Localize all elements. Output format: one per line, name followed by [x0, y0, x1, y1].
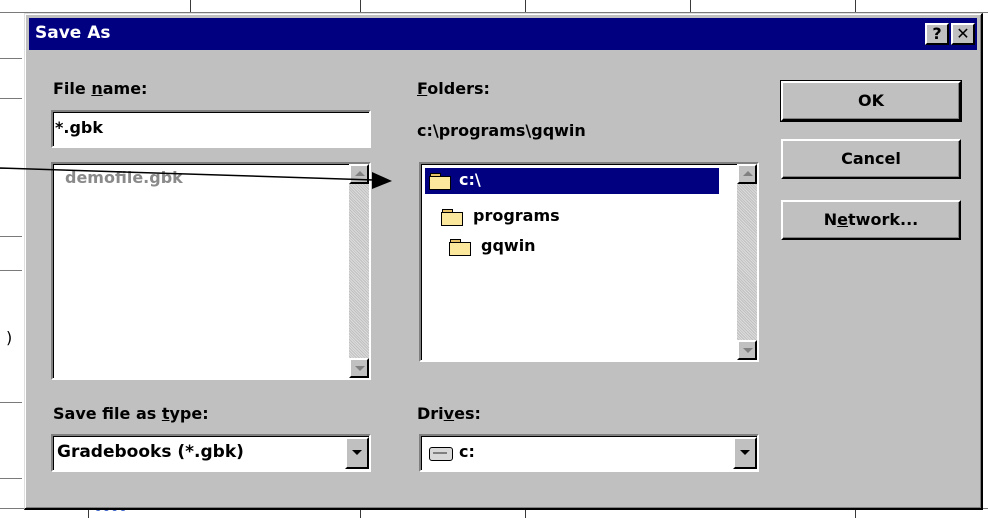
close-icon: ✕ [956, 24, 970, 43]
arrow-up-icon [743, 171, 753, 176]
folder-item-gqwin[interactable]: gqwin [449, 234, 649, 260]
bg-tick [525, 0, 526, 12]
save-as-dialog: Save As ? ✕ File name: *.gbk demofile.gb… [24, 13, 983, 510]
file-list-item[interactable]: demofile.gbk [65, 168, 183, 187]
current-path: c:\programs\gqwin [417, 121, 586, 140]
folders-label: Folders: [417, 79, 490, 98]
folder-item-root[interactable]: c:\ [425, 168, 719, 194]
scroll-down-button[interactable] [349, 358, 369, 378]
bg-row-mark [0, 58, 22, 59]
drives-select[interactable]: c: [419, 434, 759, 472]
network-button[interactable]: Network... [781, 200, 961, 240]
folder-item-label: gqwin [481, 236, 536, 255]
bg-row-mark [0, 402, 22, 403]
scroll-down-button[interactable] [737, 340, 757, 360]
bg-tick [360, 0, 361, 12]
title-bar[interactable]: Save As ? ✕ [29, 18, 977, 50]
scroll-up-button[interactable] [349, 164, 369, 184]
dialog-title: Save As [35, 23, 111, 43]
file-list-scrollbar[interactable] [349, 164, 369, 378]
save-type-select[interactable]: Gradebooks (*.gbk) [51, 434, 371, 472]
save-type-value: Gradebooks (*.gbk) [57, 442, 244, 462]
ok-button[interactable]: OK [780, 80, 962, 122]
chevron-down-icon [352, 450, 362, 455]
help-icon: ? [932, 24, 942, 43]
bg-row-mark [0, 98, 22, 99]
open-folder-icon [429, 173, 451, 190]
save-type-label: Save file as type: [53, 404, 209, 423]
bg-tick [690, 0, 691, 12]
scroll-up-button[interactable] [737, 164, 757, 184]
arrow-down-icon [355, 366, 365, 371]
folder-item-label: c:\ [459, 170, 481, 189]
folder-item-label: programs [473, 206, 560, 225]
bg-edge-char: ) [6, 328, 13, 347]
cancel-button[interactable]: Cancel [781, 139, 961, 179]
bg-row-mark [0, 168, 22, 169]
file-name-input[interactable]: *.gbk [51, 110, 371, 148]
bg-row-mark [0, 236, 22, 237]
file-name-label: File name: [53, 79, 148, 98]
arrow-down-icon [743, 348, 753, 353]
drives-label: Drives: [417, 404, 481, 423]
folder-item-programs[interactable]: programs [441, 204, 641, 230]
open-folder-icon [441, 209, 463, 226]
chevron-down-icon [740, 450, 750, 455]
bg-row-mark [0, 270, 22, 271]
hard-drive-icon [429, 447, 453, 461]
bg-row-mark [0, 478, 22, 479]
bg-tick [855, 0, 856, 12]
close-button[interactable]: ✕ [951, 23, 975, 45]
folder-tree-scrollbar[interactable] [737, 164, 757, 360]
file-name-value: *.gbk [55, 118, 103, 137]
drives-value: c: [459, 442, 475, 461]
bg-tick [190, 0, 191, 12]
folder-tree[interactable]: c:\ programs gqwin [419, 162, 759, 362]
arrow-up-icon [355, 171, 365, 176]
dropdown-button[interactable] [733, 437, 757, 469]
help-button[interactable]: ? [925, 23, 949, 45]
file-list[interactable]: demofile.gbk [51, 162, 371, 380]
dropdown-button[interactable] [345, 437, 369, 469]
open-folder-icon [449, 239, 471, 256]
